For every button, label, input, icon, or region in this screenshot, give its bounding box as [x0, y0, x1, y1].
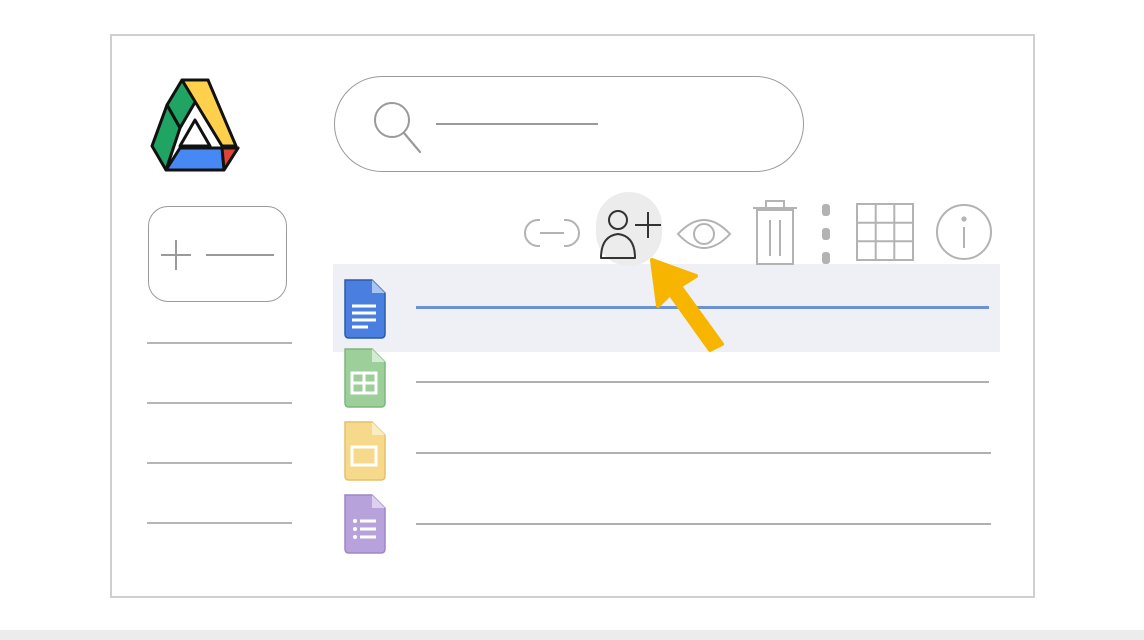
google-drive-logo[interactable]	[150, 76, 240, 174]
search-input[interactable]	[436, 123, 598, 125]
info-icon[interactable]	[934, 198, 994, 268]
cursor-arrow-icon	[650, 258, 724, 352]
sidebar-item-1[interactable]	[147, 342, 292, 344]
file-name-2	[416, 381, 989, 383]
file-name-3	[416, 452, 991, 454]
search-icon	[374, 102, 422, 154]
more-vertical-icon[interactable]	[818, 198, 834, 268]
sidebar-item-3[interactable]	[147, 462, 292, 464]
docs-file-icon[interactable]	[340, 278, 388, 340]
forms-file-icon[interactable]	[340, 493, 388, 555]
plus-icon	[161, 240, 191, 270]
new-button-label	[206, 254, 274, 256]
sidebar-item-4[interactable]	[147, 522, 292, 524]
sheets-file-icon[interactable]	[340, 347, 388, 409]
grid-view-icon[interactable]	[854, 198, 916, 268]
sidebar-item-2[interactable]	[147, 402, 292, 404]
trash-icon[interactable]	[750, 198, 800, 268]
bottom-strip	[0, 630, 1144, 640]
file-name-4	[416, 523, 991, 525]
link-icon[interactable]	[520, 198, 584, 268]
slides-file-icon[interactable]	[340, 420, 388, 482]
